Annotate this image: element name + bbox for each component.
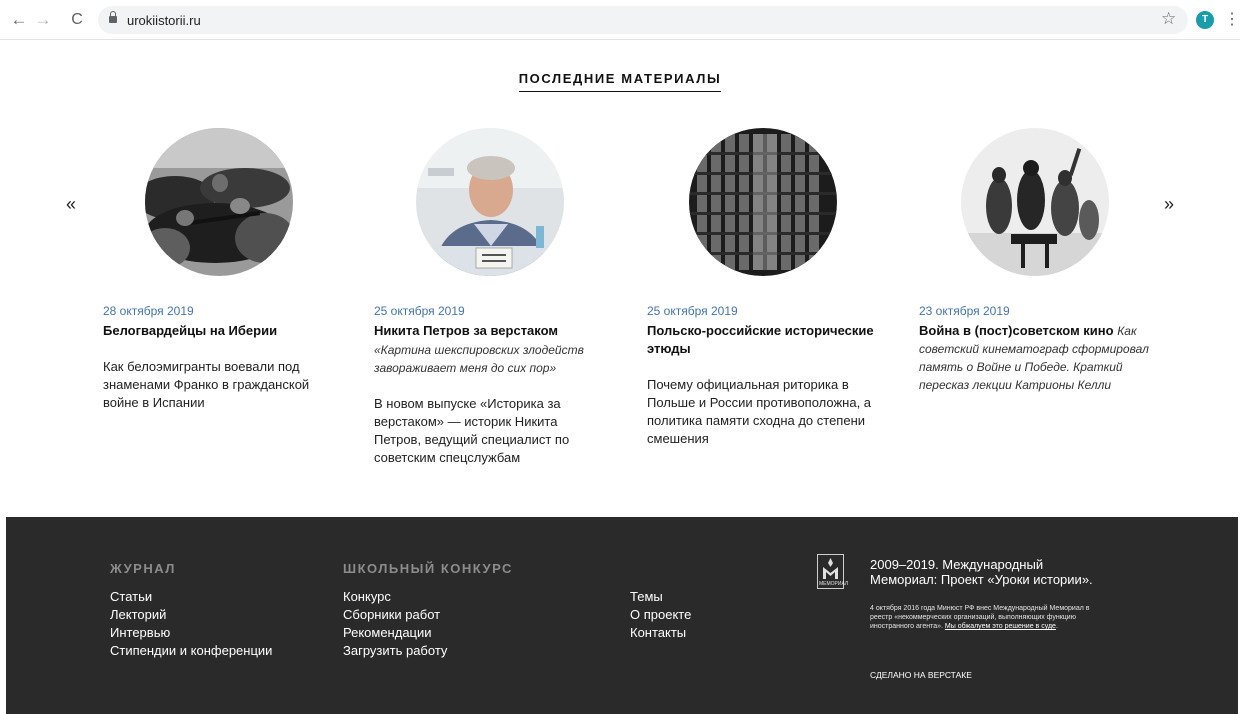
footer-misc-heading-spacer xyxy=(630,561,691,575)
url-text[interactable]: urokiistorii.ru xyxy=(127,13,201,28)
footer-link-contest[interactable]: Конкурс xyxy=(343,588,513,606)
bookmark-star-icon[interactable]: ☆ xyxy=(1161,9,1176,29)
footer-contest-column: ШКОЛЬНЫЙ КОНКУРС Конкурс Сборники работ … xyxy=(343,561,513,660)
footer-link-about[interactable]: О проекте xyxy=(630,606,691,624)
footer-contest-heading: ШКОЛЬНЫЙ КОНКУРС xyxy=(343,561,513,576)
forward-arrow-icon[interactable]: → xyxy=(32,9,54,31)
article-thumbnail[interactable] xyxy=(961,128,1109,276)
site-footer: ЖУРНАЛ Статьи Лекторий Интервью Стипенди… xyxy=(6,517,1238,714)
article-card: 28 октября 2019 Белогвардейцы на Иберии … xyxy=(103,128,333,412)
footer-link-articles[interactable]: Статьи xyxy=(110,588,272,606)
footer-link-upload[interactable]: Загрузить работу xyxy=(343,642,513,660)
memorial-logo-text: МЕМОРИАЛ xyxy=(819,581,849,587)
article-title-text[interactable]: Никита Петров за верстаком xyxy=(374,323,558,338)
article-title-text[interactable]: Белогвардейцы на Иберии xyxy=(103,323,277,338)
article-title-text[interactable]: Польско-российские исторические этюды xyxy=(647,323,874,356)
footer-link-lectures[interactable]: Лекторий xyxy=(110,606,272,624)
carousel-next-button[interactable]: » xyxy=(1164,194,1174,215)
memorial-logo[interactable]: МЕМОРИАЛ xyxy=(817,554,849,589)
reload-icon[interactable]: C xyxy=(66,9,88,31)
browser-toolbar: ← → C urokiistorii.ru ☆ T ⋮ xyxy=(0,0,1240,40)
article-title[interactable]: Война в (пост)советском кино Как советск… xyxy=(919,322,1149,394)
footer-link-recommendations[interactable]: Рекомендации xyxy=(343,624,513,642)
footer-link-contacts[interactable]: Контакты xyxy=(630,624,691,642)
article-date: 25 октября 2019 xyxy=(647,304,738,318)
article-date: 25 октября 2019 xyxy=(374,304,465,318)
footer-link-topics[interactable]: Темы xyxy=(630,588,691,606)
article-title[interactable]: Польско-российские исторические этюды xyxy=(647,322,877,358)
back-arrow-icon[interactable]: ← xyxy=(8,9,30,31)
carousel-prev-button[interactable]: « xyxy=(66,194,76,215)
section-heading: ПОСЛЕДНИЕ МАТЕРИАЛЫ xyxy=(518,71,722,92)
footer-copyright: 2009–2019. Международный Мемориал: Проек… xyxy=(870,557,1093,587)
article-date: 28 октября 2019 xyxy=(103,304,194,318)
article-thumbnail[interactable] xyxy=(689,128,837,276)
article-card: 25 октября 2019 Никита Петров за верстак… xyxy=(374,128,604,467)
footer-legal-end: . xyxy=(1055,623,1058,631)
footer-misc-column: Темы О проекте Контакты xyxy=(630,561,691,642)
article-title[interactable]: Никита Петров за верстаком xyxy=(374,322,604,340)
footer-made-by[interactable]: СДЕЛАНО НА ВЕРСТАКЕ xyxy=(870,670,972,680)
article-description: В новом выпуске «Историка за верстаком» … xyxy=(374,396,570,465)
section-heading-wrap: ПОСЛЕДНИЕ МАТЕРИАЛЫ xyxy=(0,70,1240,92)
footer-journal-column: ЖУРНАЛ Статьи Лекторий Интервью Стипенди… xyxy=(110,561,272,660)
footer-legal-link[interactable]: Мы обжалуем это решение в суде xyxy=(945,623,1056,630)
article-subtitle: «Картина шекспировских злодейств завораж… xyxy=(374,343,584,375)
article-description: Как белоэмигранты воевали под знаменами … xyxy=(103,359,310,410)
article-card: 25 октября 2019 Польско-российские истор… xyxy=(647,128,877,448)
article-card: 23 октября 2019 Война в (пост)советском … xyxy=(919,128,1149,394)
footer-link-interviews[interactable]: Интервью xyxy=(110,624,272,642)
memorial-logo-icon xyxy=(823,558,838,579)
footer-legal-notice: 4 октября 2016 года Минюст РФ внес Между… xyxy=(870,604,1090,632)
article-date: 23 октября 2019 xyxy=(919,304,1010,318)
article-thumbnail[interactable] xyxy=(416,128,564,276)
lock-icon xyxy=(109,11,117,25)
profile-avatar[interactable]: T xyxy=(1196,11,1214,29)
footer-link-collections[interactable]: Сборники работ xyxy=(343,606,513,624)
footer-journal-heading: ЖУРНАЛ xyxy=(110,561,176,576)
address-bar[interactable]: urokiistorii.ru xyxy=(98,6,1188,34)
article-thumbnail[interactable] xyxy=(145,128,293,276)
article-description: Почему официальная риторика в Польше и Р… xyxy=(647,377,872,446)
article-title[interactable]: Белогвардейцы на Иберии xyxy=(103,322,333,340)
article-title-text[interactable]: Война в (пост)советском кино xyxy=(919,323,1114,338)
menu-dots-icon[interactable]: ⋮ xyxy=(1224,10,1240,30)
footer-link-grants[interactable]: Стипендии и конференции xyxy=(110,642,272,660)
